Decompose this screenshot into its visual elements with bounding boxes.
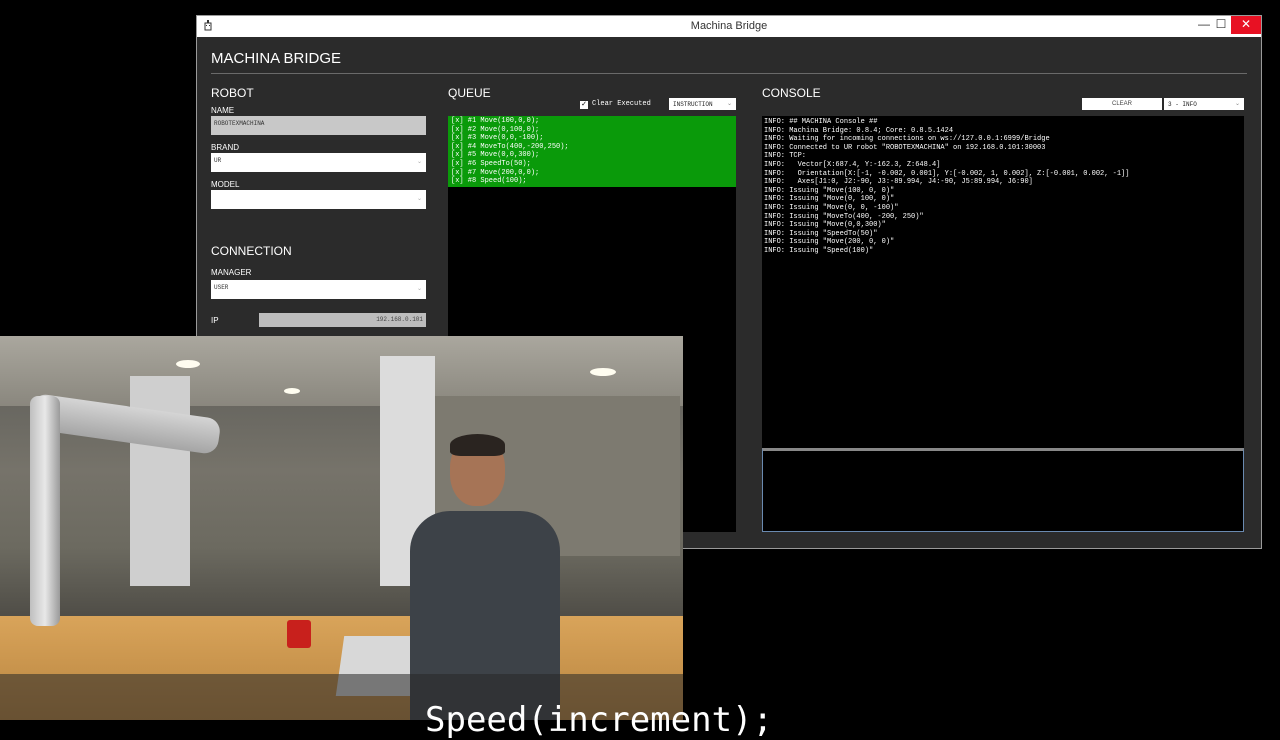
console-line: INFO: Waiting for incoming connections o…	[764, 135, 1050, 144]
console-line: INFO: Issuing "Move(100, 0, 0)"	[764, 186, 895, 195]
queue-item[interactable]: [x] #4 MoveTo(400,-200,250);	[451, 143, 733, 152]
red-mug	[287, 620, 311, 648]
console-line: INFO: ## MACHINA Console ##	[764, 118, 878, 126]
robot-arm-base	[30, 396, 60, 626]
connection-section-title: CONNECTION	[211, 244, 292, 258]
header-divider	[211, 73, 1247, 74]
manager-value: USER	[214, 284, 229, 291]
window-titlebar[interactable]: Machina Bridge — ☐ ✕	[197, 16, 1261, 37]
model-label: MODEL	[211, 180, 240, 189]
console-line: INFO: Machina Bridge: 0.8.4; Core: 0.8.5…	[764, 126, 954, 135]
console-line: INFO: Issuing "Move(0, 0, -100)"	[764, 203, 899, 212]
ceiling-light	[590, 368, 616, 376]
console-line: INFO: Issuing "MoveTo(400, -200, 250)"	[764, 212, 924, 221]
queue-section-title: QUEUE	[448, 86, 491, 100]
ceiling-light	[284, 388, 300, 394]
model-select[interactable]: ⌄	[211, 190, 426, 209]
brand-label: BRAND	[211, 143, 240, 152]
log-level-select[interactable]: 3 - INFO ⌄	[1164, 98, 1244, 110]
console-line: INFO: TCP:	[764, 152, 807, 161]
ceiling-light	[176, 360, 200, 368]
webcam-video-overlay	[0, 336, 683, 720]
queue-item[interactable]: [x] #7 Move(200,0,0);	[451, 169, 733, 178]
console-line: INFO: Axes[J1:0, J2:-90, J3:-89.994, J4:…	[764, 178, 1033, 187]
chevron-down-icon: ⌄	[416, 285, 422, 292]
presenter-hair	[450, 434, 505, 456]
chevron-down-icon: ⌄	[416, 158, 422, 165]
manager-select[interactable]: USER ⌄	[211, 280, 426, 299]
queue-item[interactable]: [x] #2 Move(0,100,0);	[451, 126, 733, 135]
console-line: INFO: Issuing "SpeedTo(50)"	[764, 229, 878, 238]
console-line: INFO: Vector[X:687.4, Y:-162.3, Z:648.4]	[764, 160, 941, 169]
brand-value: UR	[214, 157, 222, 164]
queue-item[interactable]: [x] #1 Move(100,0,0);	[451, 117, 733, 126]
console-line: INFO: Connected to UR robot "ROBOTEXMACH…	[764, 143, 1046, 152]
robot-name-field[interactable]: ROBOTEXMACHINA	[211, 116, 426, 135]
robot-name-value: ROBOTEXMACHINA	[214, 120, 265, 127]
console-line: INFO: Issuing "Move(0,0,300)"	[764, 221, 886, 230]
video-subtitle: Speed(increment);	[425, 700, 773, 740]
console-output[interactable]: INFO: ## MACHINA Console ## INFO: Machin…	[762, 116, 1244, 448]
queue-item[interactable]: [x] #6 SpeedTo(50);	[451, 160, 733, 169]
maximize-button[interactable]: ☐	[1210, 16, 1232, 34]
console-line: INFO: Issuing "Move(0, 100, 0)"	[764, 195, 895, 204]
close-button[interactable]: ✕	[1231, 16, 1261, 34]
chevron-down-icon: ⌄	[1234, 100, 1240, 107]
queue-item[interactable]: [x] #8 Speed(100);	[451, 177, 733, 186]
clear-executed-label: Clear Executed	[592, 100, 651, 108]
ip-input[interactable]: 192.168.0.101	[259, 313, 426, 327]
clear-console-button[interactable]: CLEAR	[1082, 98, 1162, 110]
clear-executed-checkbox[interactable]: ✓	[580, 101, 588, 109]
name-label: NAME	[211, 106, 235, 115]
queue-item[interactable]: [x] #3 Move(0,0,-100);	[451, 134, 733, 143]
console-line: INFO: Issuing "Move(200, 0, 0)"	[764, 238, 895, 247]
executed-queue-block: [x] #1 Move(100,0,0); [x] #2 Move(0,100,…	[448, 116, 736, 187]
queue-mode-value: INSTRUCTION	[673, 101, 713, 108]
robot-section-title: ROBOT	[211, 86, 254, 100]
log-level-value: 3 - INFO	[1168, 101, 1197, 108]
console-input[interactable]	[762, 448, 1244, 532]
ip-label: IP	[211, 316, 219, 325]
manager-label: MANAGER	[211, 268, 252, 277]
queue-item[interactable]: [x] #5 Move(0,0,300);	[451, 151, 733, 160]
queue-mode-select[interactable]: INSTRUCTION ⌄	[669, 98, 736, 110]
console-section-title: CONSOLE	[762, 86, 821, 100]
app-heading: MACHINA BRIDGE	[211, 50, 342, 67]
console-line: INFO: Orientation[X:[-1, -0.002, 0.001],…	[764, 169, 1130, 178]
chevron-down-icon: ⌄	[726, 100, 732, 107]
chevron-down-icon: ⌄	[416, 195, 422, 202]
brand-select[interactable]: UR ⌄	[211, 153, 426, 172]
window-title: Machina Bridge	[690, 20, 768, 32]
console-line: INFO: Issuing "Speed(100)"	[764, 246, 874, 255]
